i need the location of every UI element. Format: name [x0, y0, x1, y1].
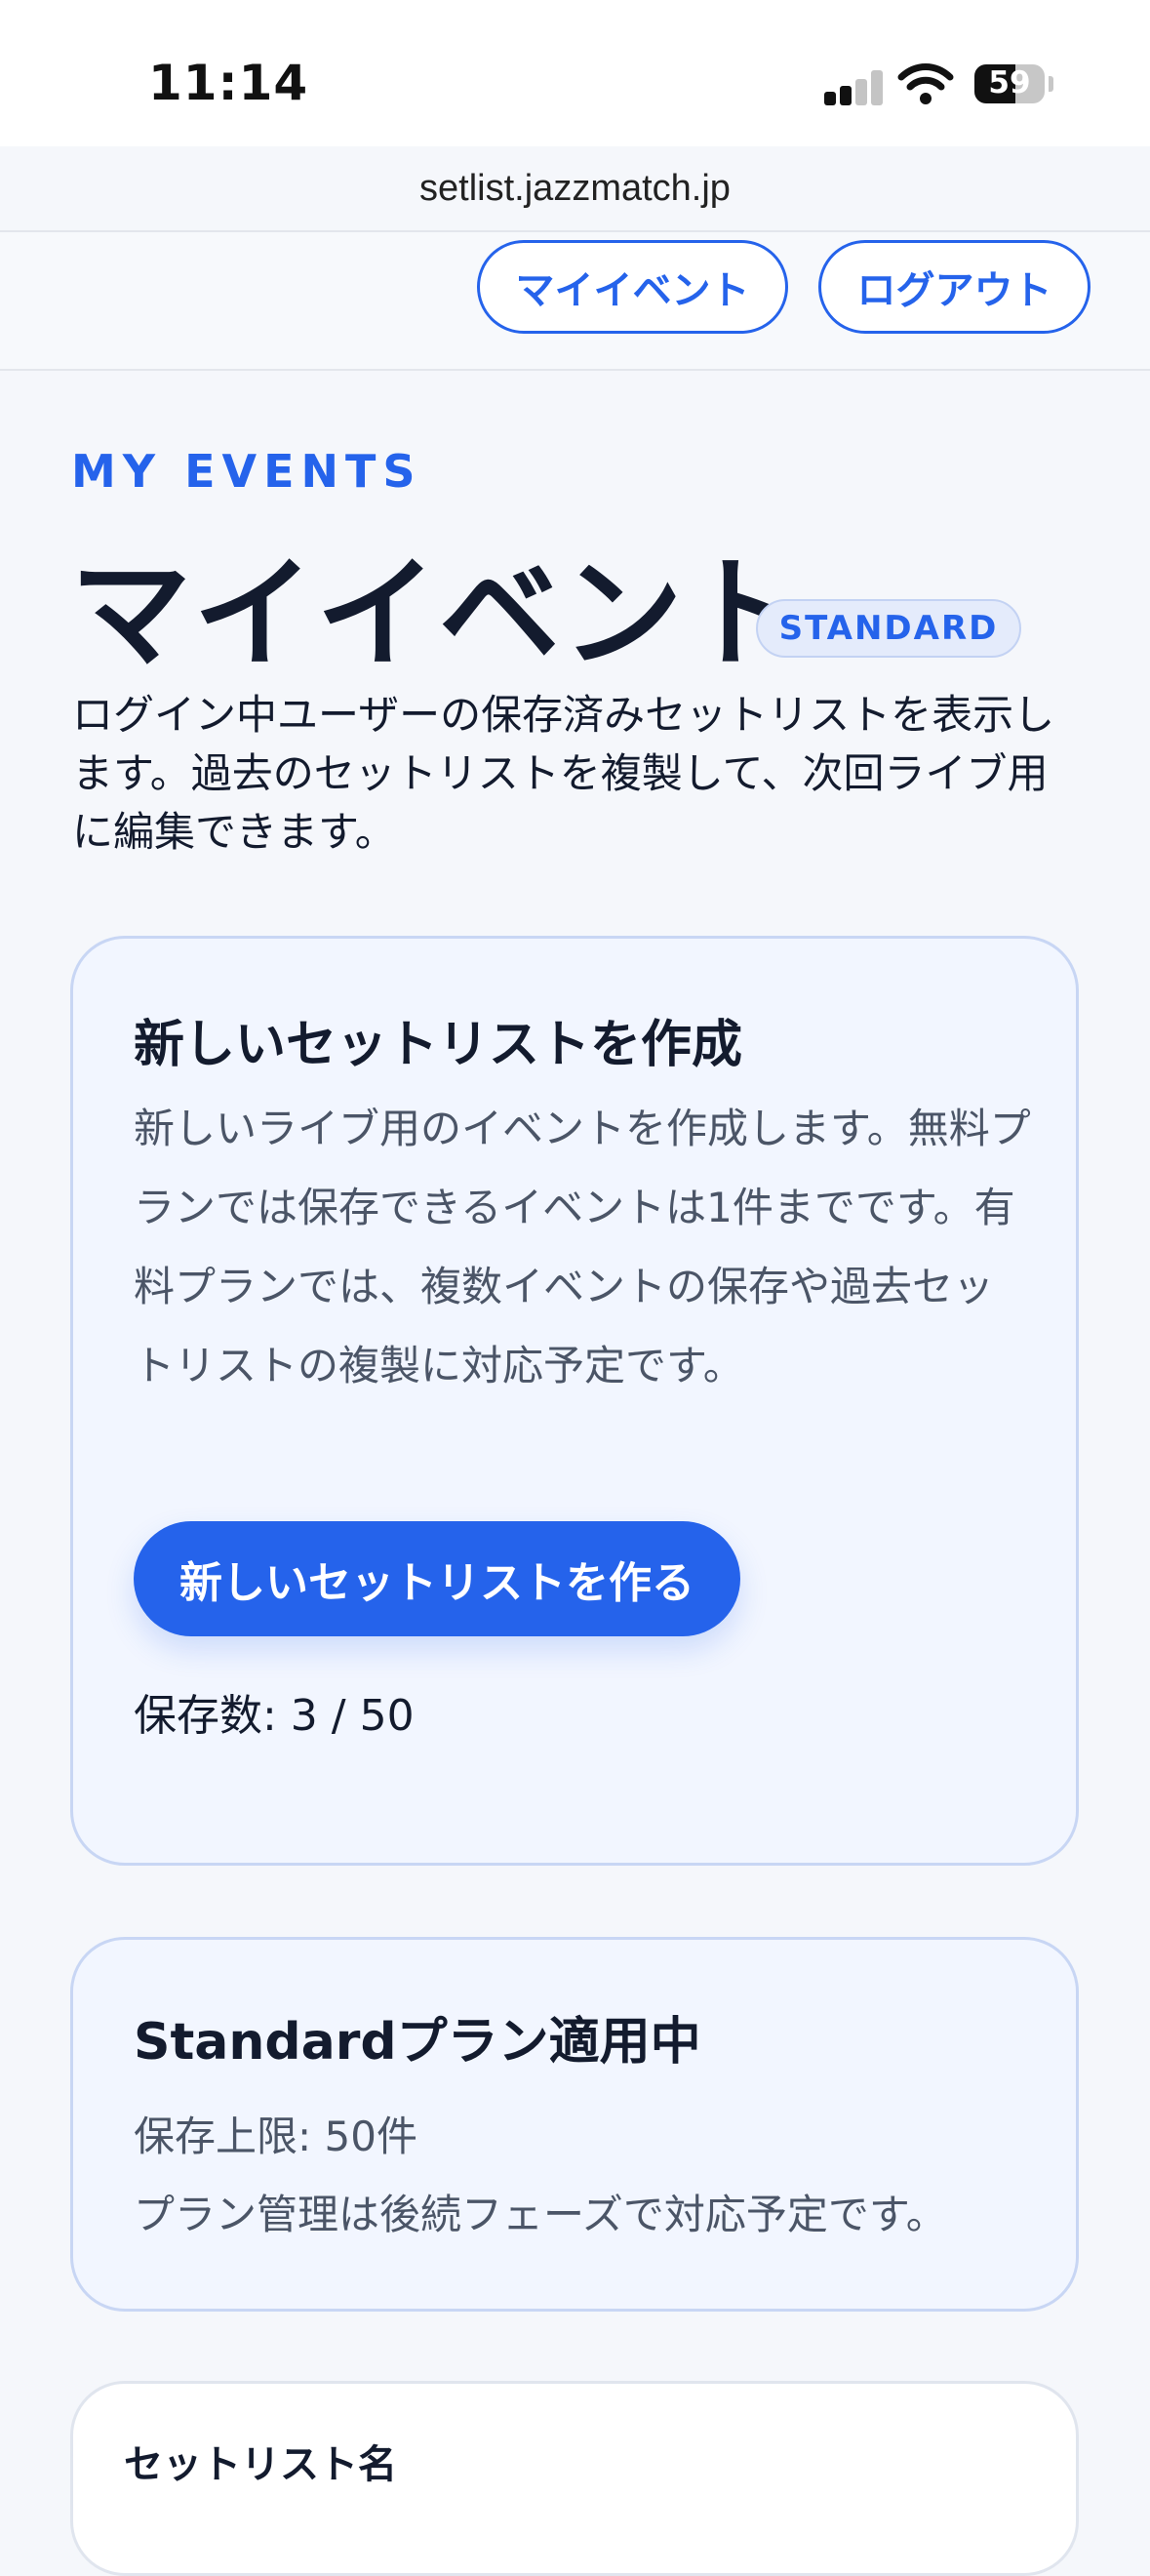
plan-status-card: Standardプラン適用中 保存上限: 50件 プラン管理は後続フェーズで対応… — [70, 1937, 1079, 2312]
create-card-title: 新しいセットリストを作成 — [134, 1016, 743, 1074]
top-navigation: マイイベント ログアウト — [0, 230, 1150, 371]
status-bar: 11:14 59 setlist.jazzmatch.jp — [0, 0, 1150, 209]
status-time: 11:14 — [148, 55, 309, 111]
create-setlist-button[interactable]: 新しいセットリストを作る — [134, 1521, 740, 1636]
plan-card-title: Standardプラン適用中 — [134, 2013, 701, 2072]
setlist-table: セットリスト名 — [70, 2381, 1079, 2576]
plan-badge: STANDARD — [756, 599, 1021, 658]
wifi-icon — [897, 63, 954, 104]
battery-tip — [1049, 76, 1053, 92]
battery-icon: 59 — [974, 64, 1045, 103]
save-count: 保存数: 3 / 50 — [134, 1691, 415, 1741]
section-eyebrow: MY EVENTS — [71, 445, 422, 498]
battery-level: 59 — [988, 65, 1031, 101]
browser-url[interactable]: setlist.jazzmatch.jp — [0, 168, 1150, 210]
create-card-description: 新しいライブ用のイベントを作成します。無料プランでは保存できるイベントは1件まで… — [134, 1105, 1031, 1389]
page-description: ログイン中ユーザーの保存済みセットリストを表示します。過去のセットリストを複製し… — [72, 691, 1055, 856]
plan-limit: 保存上限: 50件 — [134, 2113, 417, 2160]
page-title: マイイベント — [70, 544, 809, 685]
cellular-signal-icon — [824, 70, 885, 105]
create-setlist-card: 新しいセットリストを作成 新しいライブ用のイベントを作成します。無料プランでは保… — [70, 936, 1079, 1866]
plan-note: プラン管理は後続フェーズで対応予定です。 — [134, 2191, 947, 2238]
logout-button[interactable]: ログアウト — [818, 240, 1091, 334]
my-events-button[interactable]: マイイベント — [477, 240, 788, 334]
setlist-name-column-header: セットリスト名 — [124, 2442, 397, 2487]
